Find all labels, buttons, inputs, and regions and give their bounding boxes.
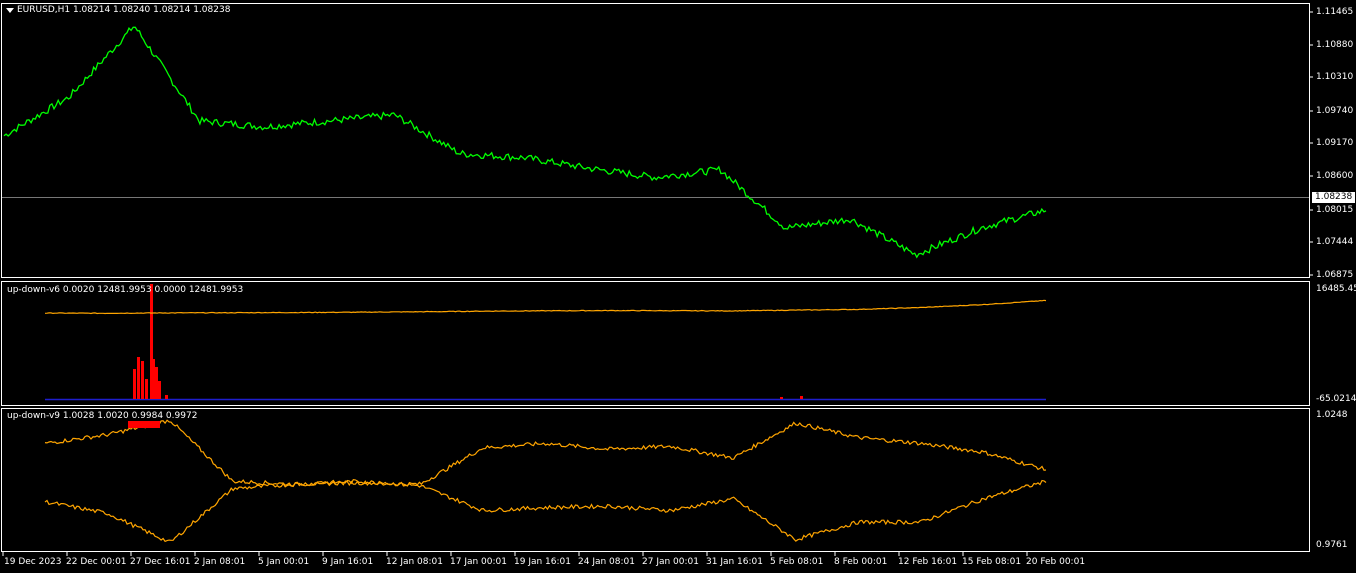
- current-price-badge: 1.08238: [1312, 192, 1355, 203]
- indicator2-upper-line: [44, 419, 1047, 487]
- time-label: 20 Feb 00:01: [1026, 557, 1086, 567]
- histogram-bar: [165, 395, 168, 399]
- price-axis-label: 1.09170: [1316, 138, 1354, 148]
- time-label: 19 Jan 16:01: [514, 557, 571, 567]
- time-label: 27 Jan 00:01: [642, 557, 699, 567]
- histogram-bar: [155, 367, 158, 399]
- time-label: 24 Jan 08:01: [578, 557, 635, 567]
- indicator2-lower-line: [44, 478, 1047, 543]
- price-axis-label: 1.08600: [1316, 171, 1354, 181]
- time-label: 15 Feb 08:01: [962, 557, 1022, 567]
- histogram-bar: [158, 381, 161, 399]
- time-label: 22 Dec 00:01: [66, 557, 127, 567]
- price-axis-label: 1.08015: [1316, 205, 1354, 215]
- time-label: 19 Dec 2023: [4, 557, 62, 567]
- price-line: [3, 26, 1047, 259]
- price-axis-label: 1.06875: [1316, 270, 1354, 280]
- histogram-bar: [133, 369, 136, 399]
- time-label: 12 Jan 08:01: [386, 557, 443, 567]
- collapse-triangle-icon[interactable]: [6, 8, 14, 13]
- histogram-bar: [780, 397, 783, 399]
- price-axis-label: 1.11465: [1316, 7, 1354, 17]
- time-label: 12 Feb 16:01: [898, 557, 958, 567]
- time-label: 17 Jan 00:01: [450, 557, 507, 567]
- time-label: 9 Jan 16:01: [322, 557, 374, 567]
- time-label: 2 Jan 08:01: [194, 557, 246, 567]
- indicator2-pane-frame: [1, 408, 1310, 552]
- indicator2-info: up-down-v9 1.0028 1.0020 0.9984 0.9972: [7, 411, 198, 421]
- time-label: 31 Jan 16:01: [706, 557, 763, 567]
- ind1-axis-bottom: -65.0214: [1316, 394, 1356, 404]
- indicator1-info: up-down-v6 0.0020 12481.9953 0.0000 1248…: [7, 285, 244, 295]
- histogram-bar: [145, 379, 148, 399]
- time-label: 27 Dec 16:01: [130, 557, 191, 567]
- time-label: 5 Jan 00:01: [258, 557, 310, 567]
- histogram-bars: [133, 284, 803, 399]
- indicator2-markers: [128, 421, 160, 428]
- indicator1-line: [44, 299, 1047, 315]
- indicator1-pane-frame: [1, 281, 1310, 406]
- price-axis-label: 1.10880: [1316, 40, 1354, 50]
- ind2-axis-top: 1.0248: [1316, 410, 1348, 420]
- symbol-info: EURUSD,H1 1.08214 1.08240 1.08214 1.0823…: [17, 5, 231, 15]
- histogram-bar: [141, 361, 144, 399]
- ind1-axis-top: 16485.450: [1316, 284, 1356, 294]
- ind2-axis-bottom: 0.9761: [1316, 540, 1348, 550]
- histogram-bar: [800, 396, 803, 399]
- price-axis-label: 1.07444: [1316, 237, 1354, 247]
- main-pane-frame: [1, 3, 1310, 278]
- price-axis-label: 1.10310: [1316, 72, 1354, 82]
- time-label: 5 Feb 08:01: [770, 557, 824, 567]
- time-label: 8 Feb 00:01: [834, 557, 888, 567]
- histogram-bar: [152, 359, 155, 399]
- histogram-bar: [137, 357, 140, 399]
- price-axis-label: 1.09740: [1316, 106, 1354, 116]
